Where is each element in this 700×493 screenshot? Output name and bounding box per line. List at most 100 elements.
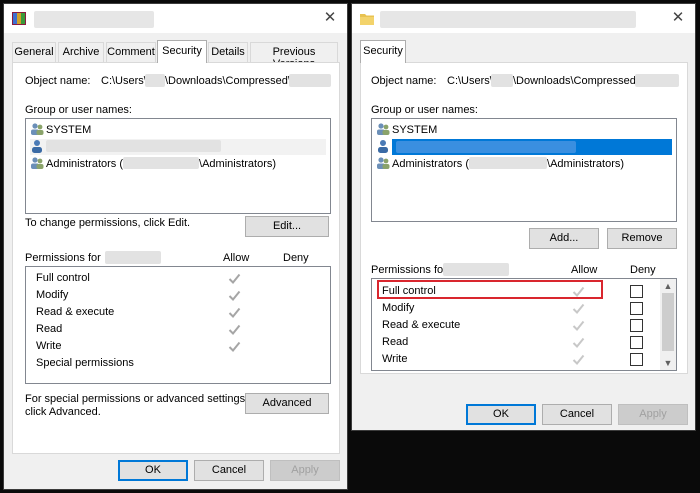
tab-previous-versions[interactable]: Previous Versions (250, 42, 338, 70)
advanced-hint-2: click Advanced. (25, 406, 101, 418)
user-item-system[interactable]: SYSTEM (376, 122, 437, 138)
allow-check-icon[interactable] (572, 302, 585, 315)
tab-comment[interactable]: Comment (106, 42, 156, 62)
tab-strip: General Archive Comment Security Details… (4, 40, 347, 70)
permission-special: Special permissions (36, 357, 134, 369)
check-icon (228, 307, 241, 318)
machine-name-redacted (123, 157, 200, 169)
allow-check-icon[interactable] (572, 319, 585, 332)
scroll-thumb[interactable] (662, 293, 674, 351)
deny-checkbox[interactable] (630, 353, 643, 366)
selection-highlight (392, 139, 672, 155)
cancel-button[interactable]: Cancel (194, 460, 264, 481)
tab-security[interactable]: Security (360, 40, 406, 63)
allow-check-icon[interactable] (572, 353, 585, 366)
apply-button[interactable]: Apply (270, 460, 340, 481)
remove-button[interactable]: Remove (607, 228, 677, 249)
security-panel: Object name: C:\Users\ \Downloads\Compre… (12, 62, 340, 454)
folder-icon (360, 14, 374, 25)
scroll-down-icon[interactable]: ▼ (660, 356, 676, 370)
permission-read: Read (36, 323, 63, 335)
deny-checkbox[interactable] (630, 336, 643, 349)
permission-write: Write (36, 340, 62, 352)
scroll-up-icon[interactable]: ▲ (660, 279, 676, 293)
check-icon (228, 290, 241, 301)
allow-header: Allow (223, 252, 250, 264)
group-icon (31, 157, 44, 169)
object-name-prefix: C:\Users\ (447, 75, 493, 87)
object-name-prefix: C:\Users\ (101, 75, 147, 87)
permissions-dialog-right: ✕ Security Object name: C:\Users\ \Downl… (351, 3, 696, 431)
username-redacted (145, 74, 165, 87)
apply-button[interactable]: Apply (618, 404, 688, 425)
user-name: SYSTEM (46, 124, 92, 136)
permission-full-control: Full control (36, 272, 90, 284)
deny-checkbox[interactable] (630, 302, 643, 315)
user-icon (378, 140, 388, 153)
user-name-prefix: Administrators ( (46, 158, 124, 170)
deny-checkbox[interactable] (630, 285, 643, 298)
deny-header: Deny (283, 252, 309, 264)
close-icon[interactable]: ✕ (669, 9, 687, 27)
machine-name-redacted (469, 157, 548, 169)
users-listbox[interactable]: SYSTEM Administrators (\Administrators) (371, 118, 677, 222)
edit-button[interactable]: Edit... (245, 216, 329, 237)
user-name-prefix: Administrators ( (392, 158, 470, 170)
properties-dialog-left: ✕ General Archive Comment Security Detai… (3, 3, 348, 490)
ok-button[interactable]: OK (118, 460, 188, 481)
advanced-hint-1: For special permissions or advanced sett… (25, 393, 249, 405)
tab-general[interactable]: General (12, 42, 56, 62)
user-name: SYSTEM (392, 124, 438, 136)
deny-checkbox[interactable] (630, 319, 643, 332)
username-redacted (491, 74, 513, 87)
user-name-redacted (396, 141, 576, 153)
tab-archive[interactable]: Archive (58, 42, 104, 62)
permission-modify: Modify (382, 302, 415, 314)
group-icon (377, 157, 390, 169)
user-icon (32, 140, 42, 153)
change-hint: To change permissions, click Edit. (25, 217, 191, 229)
permissions-for-label: Permissions for (371, 264, 447, 276)
permissions-for-label: Permissions for (25, 252, 101, 264)
user-item-current-selected[interactable] (376, 139, 672, 155)
user-item-current[interactable] (30, 139, 326, 155)
advanced-button[interactable]: Advanced (245, 393, 329, 414)
security-panel: Object name: C:\Users\ \Downloads\Compre… (360, 62, 688, 374)
permissions-list[interactable]: Full control Modify Read & execute Read … (25, 266, 331, 384)
tab-security[interactable]: Security (157, 40, 207, 63)
object-name-label: Object name: (25, 75, 91, 87)
group-icon (31, 123, 44, 135)
allow-check-icon[interactable] (572, 336, 585, 349)
cancel-button[interactable]: Cancel (542, 404, 612, 425)
tab-details[interactable]: Details (208, 42, 248, 62)
permission-write: Write (382, 353, 408, 365)
allow-check-icon[interactable] (572, 368, 585, 371)
permission-read-execute: Read & execute (36, 306, 115, 318)
user-name-redacted (46, 140, 221, 152)
object-name-middle: \Downloads\Compressed\ (513, 75, 639, 87)
title-redacted (34, 11, 154, 28)
group-icon (377, 123, 390, 135)
allow-header: Allow (571, 264, 598, 276)
object-name-label: Object name: (371, 75, 437, 87)
group-label: Group or user names: (25, 104, 132, 116)
permission-read: Read (382, 336, 409, 348)
object-name-middle: \Downloads\Compressed\ (165, 75, 291, 87)
users-listbox[interactable]: SYSTEM Administrators ( \Administrators) (25, 118, 331, 214)
ok-button[interactable]: OK (466, 404, 536, 425)
vertical-scrollbar[interactable]: ▲ ▼ (660, 279, 676, 370)
title-redacted (380, 11, 636, 28)
permissions-user-redacted (105, 251, 161, 264)
add-button[interactable]: Add... (529, 228, 599, 249)
check-icon (228, 324, 241, 335)
close-icon[interactable]: ✕ (321, 9, 339, 27)
title-bar: ✕ (4, 4, 347, 33)
check-icon (228, 273, 241, 284)
annotation-highlight-box (377, 280, 603, 299)
user-item-administrators[interactable]: Administrators (\Administrators) (376, 156, 624, 172)
check-icon (228, 341, 241, 352)
filename-redacted (635, 74, 679, 87)
user-item-system[interactable]: SYSTEM (30, 122, 91, 138)
user-item-administrators[interactable]: Administrators ( \Administrators) (30, 156, 276, 172)
user-name-suffix: \Administrators) (199, 158, 277, 170)
